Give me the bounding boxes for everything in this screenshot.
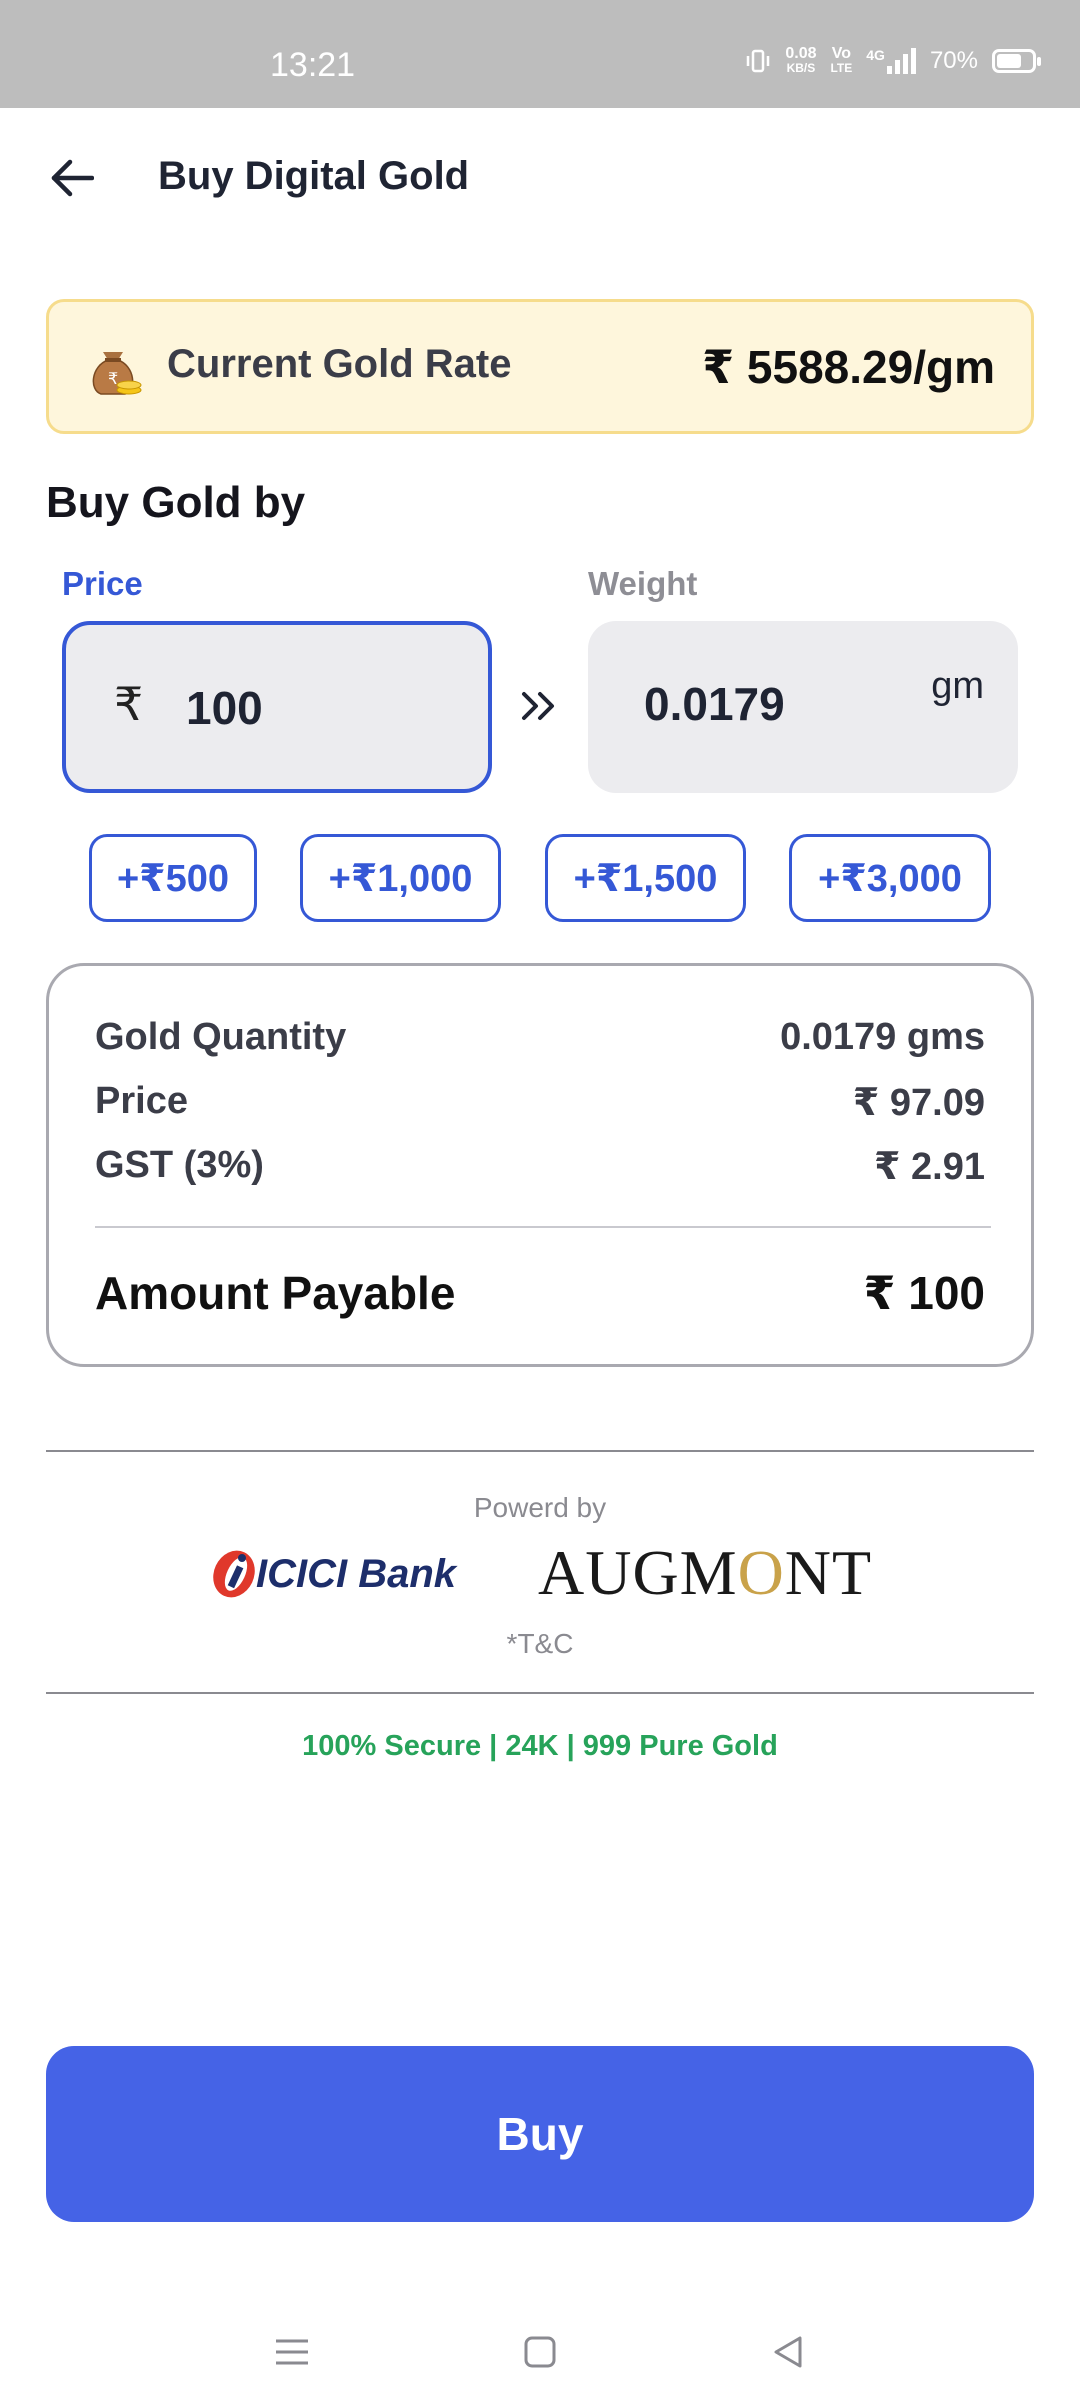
battery-fill [997,54,1021,68]
price-label: Price [95,1080,188,1122]
vibrate-icon [747,49,770,73]
quick-amount-1000-button[interactable]: +₹1,000 [300,834,501,922]
buy-button[interactable]: Buy [46,2046,1034,2222]
divider-bottom [46,1692,1034,1694]
volte-indicator: Vo LTE [830,46,852,76]
double-chevron-right-icon [522,692,554,720]
price-value: ₹ 97.09 [852,1082,985,1124]
amount-payable-label: Amount Payable [95,1267,456,1319]
augmont-text-start: AUGM [538,1537,738,1608]
terms-link[interactable]: *T&C [0,1628,1080,1660]
icici-bank-text: ICICI Bank [256,1552,457,1596]
weight-input-value: 0.0179 [644,678,785,730]
net-speed: 0.08 KB/S [785,46,816,76]
gold-quantity-value: 0.0179 gms [780,1016,985,1058]
powered-by-label: Powerd by [473,1492,607,1523]
icici-bank-logo: ICICI Bank [206,1540,478,1610]
augmont-text-o: O [737,1537,785,1608]
volte-bottom: LTE [830,61,853,75]
augmont-text-end: NT [784,1537,873,1608]
status-time: 13:21 [270,46,356,84]
buy-gold-by-title: Buy Gold by [46,478,306,527]
quick-amount-1500-button[interactable]: +₹1,500 [545,834,746,922]
back-button[interactable] [44,150,100,206]
price-input-value: 100 [186,682,263,734]
summary-divider [95,1226,991,1228]
net-speed-unit: KB/S [786,61,816,75]
divider-top [46,1450,1034,1452]
battery-icon [992,49,1041,73]
system-nav-bar [0,2300,1080,2400]
gst-value: ₹ 2.91 [874,1146,985,1188]
weight-input[interactable]: 0.0179 gm [588,621,1018,793]
amount-payable-value: ₹ 100 [863,1267,985,1319]
gold-rate-value: ₹ 5588.29/gm [702,341,995,393]
signal-icon [886,48,916,74]
quick-amount-3000-button[interactable]: +₹3,000 [789,834,991,922]
gold-rate-label: Current Gold Rate [167,342,512,386]
augmont-logo: AUGMONT [538,1536,872,1610]
status-icons: 0.08 KB/S Vo LTE 4G 70% [745,46,1041,76]
back-triangle-icon [774,2336,802,2368]
tab-weight[interactable]: Weight [588,565,697,603]
gst-label: GST (3%) [95,1144,264,1186]
gold-rate-card: ₹ Current Gold Rate ₹ 5588.29/gm [46,299,1034,434]
status-bar: 13:21 0.08 KB/S Vo LTE 4G 70% [0,0,1080,108]
nav-back-button[interactable] [758,2322,818,2382]
gold-quantity-label: Gold Quantity [95,1016,347,1058]
tab-price[interactable]: Price [62,565,143,603]
price-input[interactable]: ₹ 100 [62,621,492,793]
volte-top: Vo [831,45,851,62]
signal-indicator: 4G [866,48,916,74]
rupee-prefix: ₹ [114,678,144,730]
page-title: Buy Digital Gold [158,154,470,198]
home-square-icon [524,2336,556,2368]
menu-icon [276,2339,308,2365]
net-speed-value: 0.08 [785,45,817,62]
arrow-left-icon [51,159,94,197]
money-bag-icon: ₹ [92,352,142,395]
secure-tagline: 100% Secure | 24K | 999 Pure Gold [302,1730,778,1762]
nav-home-button[interactable] [510,2322,570,2382]
quick-amount-500-button[interactable]: +₹500 [89,834,257,922]
battery-percent: 70% [929,47,978,74]
nav-menu-button[interactable] [262,2322,322,2382]
order-summary-card: Gold Quantity 0.0179 gms Price ₹ 97.09 G… [46,963,1034,1367]
weight-unit: gm [931,665,984,707]
network-type: 4G [866,47,885,63]
